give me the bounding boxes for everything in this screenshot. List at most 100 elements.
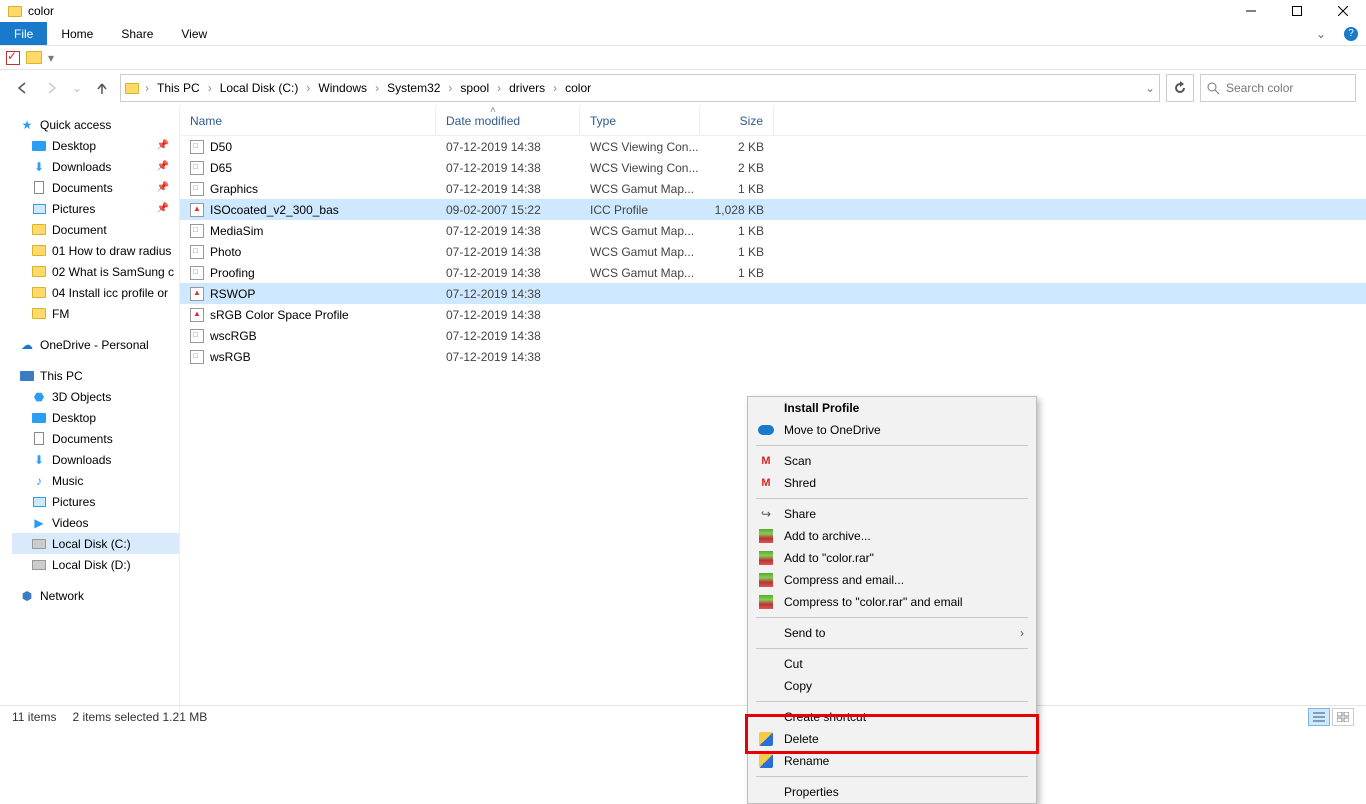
search-input[interactable]: Search color	[1200, 74, 1356, 102]
view-large-button[interactable]	[1332, 708, 1354, 726]
ctx-compress-rar-email[interactable]: Compress to "color.rar" and email	[748, 591, 1036, 613]
file-row[interactable]: wsRGB07-12-2019 14:38	[180, 346, 1366, 367]
minimize-button[interactable]	[1228, 0, 1274, 22]
pin-icon: 📌	[157, 203, 169, 214]
sidebar-music[interactable]: ♪Music	[12, 470, 179, 491]
sidebar-folder[interactable]: 02 What is SamSung c	[12, 261, 179, 282]
mcafee-icon: M	[758, 477, 774, 489]
nav-recent-button[interactable]: ⌄	[70, 76, 84, 100]
column-name[interactable]: Name	[180, 106, 436, 135]
sidebar-disk-d[interactable]: Local Disk (D:)	[12, 554, 179, 575]
address-bar[interactable]: › This PC› Local Disk (C:)› Windows› Sys…	[120, 74, 1160, 102]
ctx-add-rar[interactable]: Add to "color.rar"	[748, 547, 1036, 569]
sidebar-documents[interactable]: Documents📌	[12, 177, 179, 198]
file-row[interactable]: Graphics07-12-2019 14:38WCS Gamut Map...…	[180, 178, 1366, 199]
file-date: 07-12-2019 14:38	[436, 245, 580, 259]
nav-up-button[interactable]	[90, 76, 114, 100]
ctx-create-shortcut[interactable]: Create shortcut	[748, 706, 1036, 728]
sidebar-downloads[interactable]: ⬇Downloads📌	[12, 156, 179, 177]
breadcrumb-item[interactable]: System32	[383, 75, 444, 101]
sidebar-pictures[interactable]: Pictures📌	[12, 198, 179, 219]
file-date: 07-12-2019 14:38	[436, 329, 580, 343]
ctx-properties[interactable]: Properties	[748, 781, 1036, 803]
file-row[interactable]: ISOcoated_v2_300_bas09-02-2007 15:22ICC …	[180, 199, 1366, 220]
ctx-compress-email[interactable]: Compress and email...	[748, 569, 1036, 591]
tab-file[interactable]: File	[0, 22, 47, 45]
ribbon-expand-button[interactable]: ⌄	[1306, 22, 1336, 45]
ctx-add-archive[interactable]: Add to archive...	[748, 525, 1036, 547]
tab-share[interactable]: Share	[107, 22, 167, 45]
maximize-button[interactable]	[1274, 0, 1320, 22]
sidebar-folder[interactable]: FM	[12, 303, 179, 324]
qat-newfolder-icon[interactable]	[26, 51, 42, 64]
nav-forward-button[interactable]	[40, 76, 64, 100]
file-row[interactable]: sRGB Color Space Profile 07-12-2019 14:38	[180, 304, 1366, 325]
tab-home[interactable]: Home	[47, 22, 107, 45]
refresh-button[interactable]	[1166, 74, 1194, 102]
sidebar-pc-pictures[interactable]: Pictures	[12, 491, 179, 512]
file-icon	[190, 203, 204, 217]
help-button[interactable]: ?	[1336, 22, 1366, 45]
breadcrumb-item[interactable]: spool	[456, 75, 493, 101]
sidebar-pc-downloads[interactable]: ⬇Downloads	[12, 449, 179, 470]
sidebar-onedrive[interactable]: ☁OneDrive - Personal	[12, 334, 179, 355]
file-name: sRGB Color Space Profile	[210, 308, 349, 322]
ctx-install-profile[interactable]: Install Profile	[748, 397, 1036, 419]
file-icon	[190, 266, 204, 280]
sidebar-videos[interactable]: ▶Videos	[12, 512, 179, 533]
sidebar-pc-documents[interactable]: Documents	[12, 428, 179, 449]
ctx-move-onedrive[interactable]: Move to OneDrive	[748, 419, 1036, 441]
file-name: wscRGB	[210, 329, 257, 343]
breadcrumb-item[interactable]: This PC	[153, 75, 204, 101]
sidebar-this-pc[interactable]: This PC	[12, 365, 179, 386]
file-row[interactable]: wscRGB 07-12-2019 14:38	[180, 325, 1366, 346]
tab-view[interactable]: View	[167, 22, 221, 45]
file-name: RSWOP	[210, 287, 255, 301]
ctx-rename[interactable]: Rename	[748, 750, 1036, 772]
pin-icon: 📌	[157, 182, 169, 193]
window-title: color	[28, 4, 1228, 18]
qat-properties-icon[interactable]	[6, 51, 20, 65]
ctx-share[interactable]: ↪Share	[748, 503, 1036, 525]
breadcrumb-item[interactable]: Windows	[314, 75, 371, 101]
close-button[interactable]	[1320, 0, 1366, 22]
sidebar-disk-c[interactable]: Local Disk (C:)	[12, 533, 179, 554]
file-row[interactable]: D6507-12-2019 14:38WCS Viewing Con...2 K…	[180, 157, 1366, 178]
sidebar-folder[interactable]: Document	[12, 219, 179, 240]
file-icon	[190, 329, 204, 343]
column-date[interactable]: Date modified	[436, 106, 580, 135]
file-row[interactable]: D5007-12-2019 14:38WCS Viewing Con...2 K…	[180, 136, 1366, 157]
sidebar-desktop[interactable]: Desktop📌	[12, 135, 179, 156]
sidebar-network[interactable]: ⬢Network	[12, 585, 179, 606]
file-icon	[190, 287, 204, 301]
file-date: 07-12-2019 14:38	[436, 308, 580, 322]
column-type[interactable]: Type	[580, 106, 700, 135]
file-row[interactable]: Proofing07-12-2019 14:38WCS Gamut Map...…	[180, 262, 1366, 283]
ctx-send-to[interactable]: Send to	[748, 622, 1036, 644]
ctx-delete[interactable]: Delete	[748, 728, 1036, 750]
file-type: WCS Viewing Con...	[580, 140, 700, 154]
file-name: D65	[210, 161, 232, 175]
breadcrumb-item[interactable]: drivers	[505, 75, 549, 101]
breadcrumb-item[interactable]: Local Disk (C:)	[216, 75, 303, 101]
address-dropdown-icon[interactable]: ⌄	[1145, 81, 1155, 95]
column-size[interactable]: Size	[700, 106, 774, 135]
file-icon	[190, 182, 204, 196]
file-row[interactable]: MediaSim07-12-2019 14:38WCS Gamut Map...…	[180, 220, 1366, 241]
view-details-button[interactable]	[1308, 708, 1330, 726]
sidebar-pc-desktop[interactable]: Desktop	[12, 407, 179, 428]
sidebar-quick-access[interactable]: ★Quick access	[12, 114, 179, 135]
nav-back-button[interactable]	[10, 76, 34, 100]
file-icon	[190, 308, 204, 322]
ctx-cut[interactable]: Cut	[748, 653, 1036, 675]
sidebar-folder[interactable]: 04 Install icc profile or	[12, 282, 179, 303]
sidebar-folder[interactable]: 01 How to draw radius	[12, 240, 179, 261]
breadcrumb-item[interactable]: color	[561, 75, 595, 101]
ctx-shred[interactable]: MShred	[748, 472, 1036, 494]
file-row[interactable]: RSWOP07-12-2019 14:38	[180, 283, 1366, 304]
qat-dropdown-icon[interactable]: ▾	[48, 51, 54, 65]
ctx-scan[interactable]: MScan	[748, 450, 1036, 472]
file-row[interactable]: Photo07-12-2019 14:38WCS Gamut Map...1 K…	[180, 241, 1366, 262]
ctx-copy[interactable]: Copy	[748, 675, 1036, 697]
sidebar-3d-objects[interactable]: ⬣3D Objects	[12, 386, 179, 407]
